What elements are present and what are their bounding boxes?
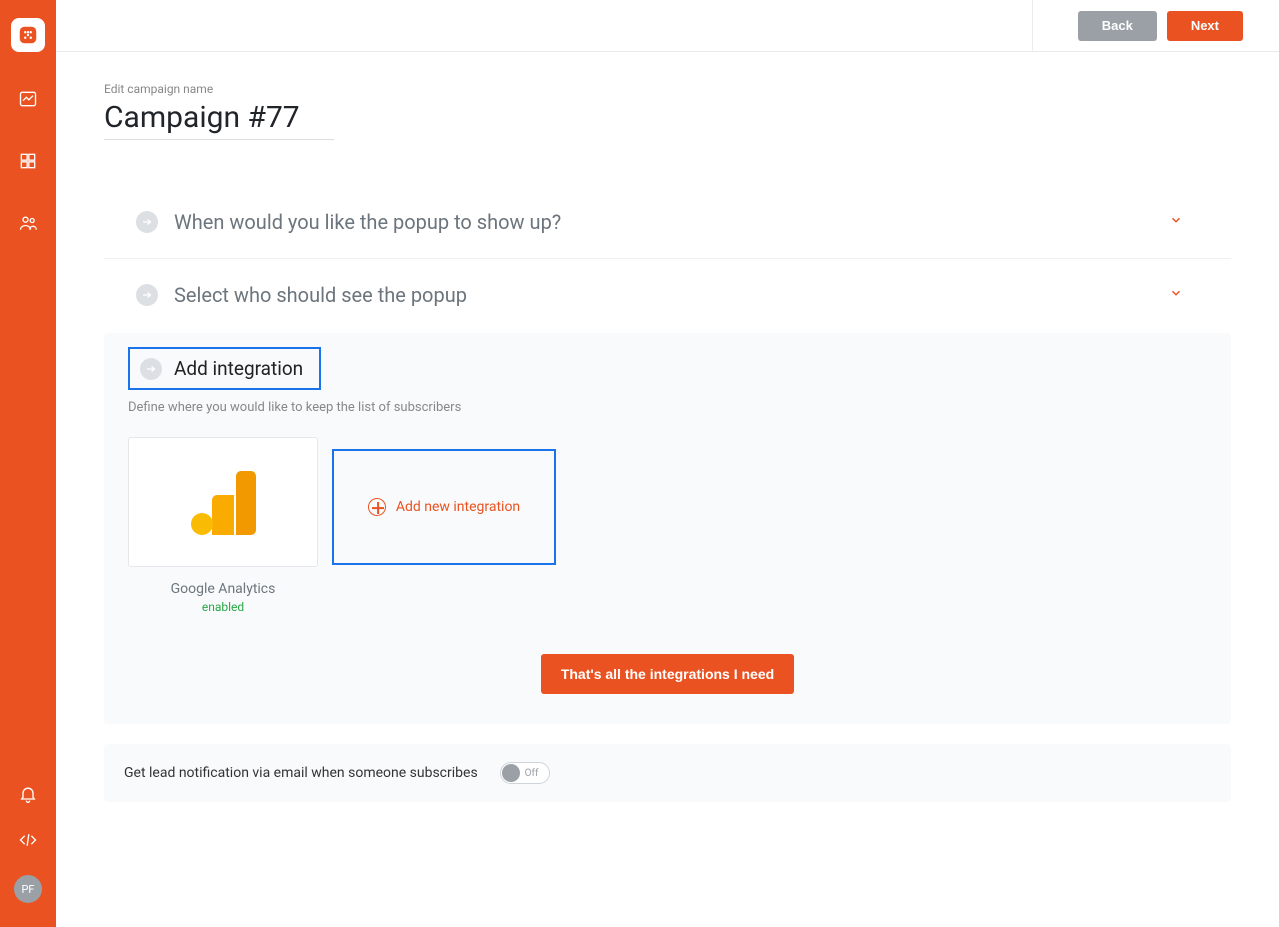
integration-panel-header[interactable]: Add integration <box>128 347 321 390</box>
topbar: Back Next <box>56 0 1279 52</box>
section-popup-audience[interactable]: Select who should see the popup <box>104 259 1231 331</box>
plus-circle-icon <box>368 498 386 516</box>
nav-analytics-icon[interactable] <box>17 88 39 110</box>
chevron-down-icon <box>1169 286 1183 304</box>
arrow-right-icon <box>140 358 162 380</box>
nav-code-icon[interactable] <box>17 829 39 851</box>
toggle-knob <box>502 764 520 782</box>
nav-notifications-icon[interactable] <box>17 783 39 805</box>
integration-panel-subtitle: Define where you would like to keep the … <box>128 400 1207 415</box>
arrow-right-icon <box>136 284 158 306</box>
integration-panel: Add integration Define where you would l… <box>104 333 1231 724</box>
main-content: Edit campaign name Campaign #77 When wou… <box>56 52 1279 842</box>
add-integration-button[interactable]: Add new integration <box>332 449 556 565</box>
section-popup-timing[interactable]: When would you like the popup to show up… <box>104 186 1231 259</box>
integration-panel-title: Add integration <box>174 357 303 380</box>
lead-notification-toggle[interactable]: Off <box>500 762 550 784</box>
topbar-divider <box>1032 0 1033 51</box>
lead-notification-panel: Get lead notification via email when som… <box>104 744 1231 802</box>
arrow-right-icon <box>136 211 158 233</box>
integration-cards: Google Analytics enabled Add new integra… <box>128 437 1207 614</box>
next-button[interactable]: Next <box>1167 11 1243 41</box>
toggle-state: Off <box>525 768 539 779</box>
sidebar: PF <box>0 0 56 927</box>
nav-people-icon[interactable] <box>17 212 39 234</box>
integration-status: enabled <box>128 600 318 614</box>
user-avatar[interactable]: PF <box>14 875 42 903</box>
campaign-name-label: Edit campaign name <box>104 82 1231 96</box>
lead-notification-label: Get lead notification via email when som… <box>124 765 478 781</box>
google-analytics-icon <box>190 469 256 535</box>
section-title: When would you like the popup to show up… <box>174 210 1169 234</box>
campaign-name-input[interactable]: Campaign #77 <box>104 100 334 140</box>
add-integration-label: Add new integration <box>396 499 520 515</box>
app-logo[interactable] <box>11 18 45 52</box>
section-title: Select who should see the popup <box>174 283 1169 307</box>
integrations-done-button[interactable]: That's all the integrations I need <box>541 654 794 694</box>
chevron-down-icon <box>1169 213 1183 231</box>
integration-card-google-analytics[interactable] <box>128 437 318 567</box>
integration-name: Google Analytics <box>128 581 318 597</box>
nav-apps-icon[interactable] <box>17 150 39 172</box>
back-button[interactable]: Back <box>1078 11 1157 41</box>
